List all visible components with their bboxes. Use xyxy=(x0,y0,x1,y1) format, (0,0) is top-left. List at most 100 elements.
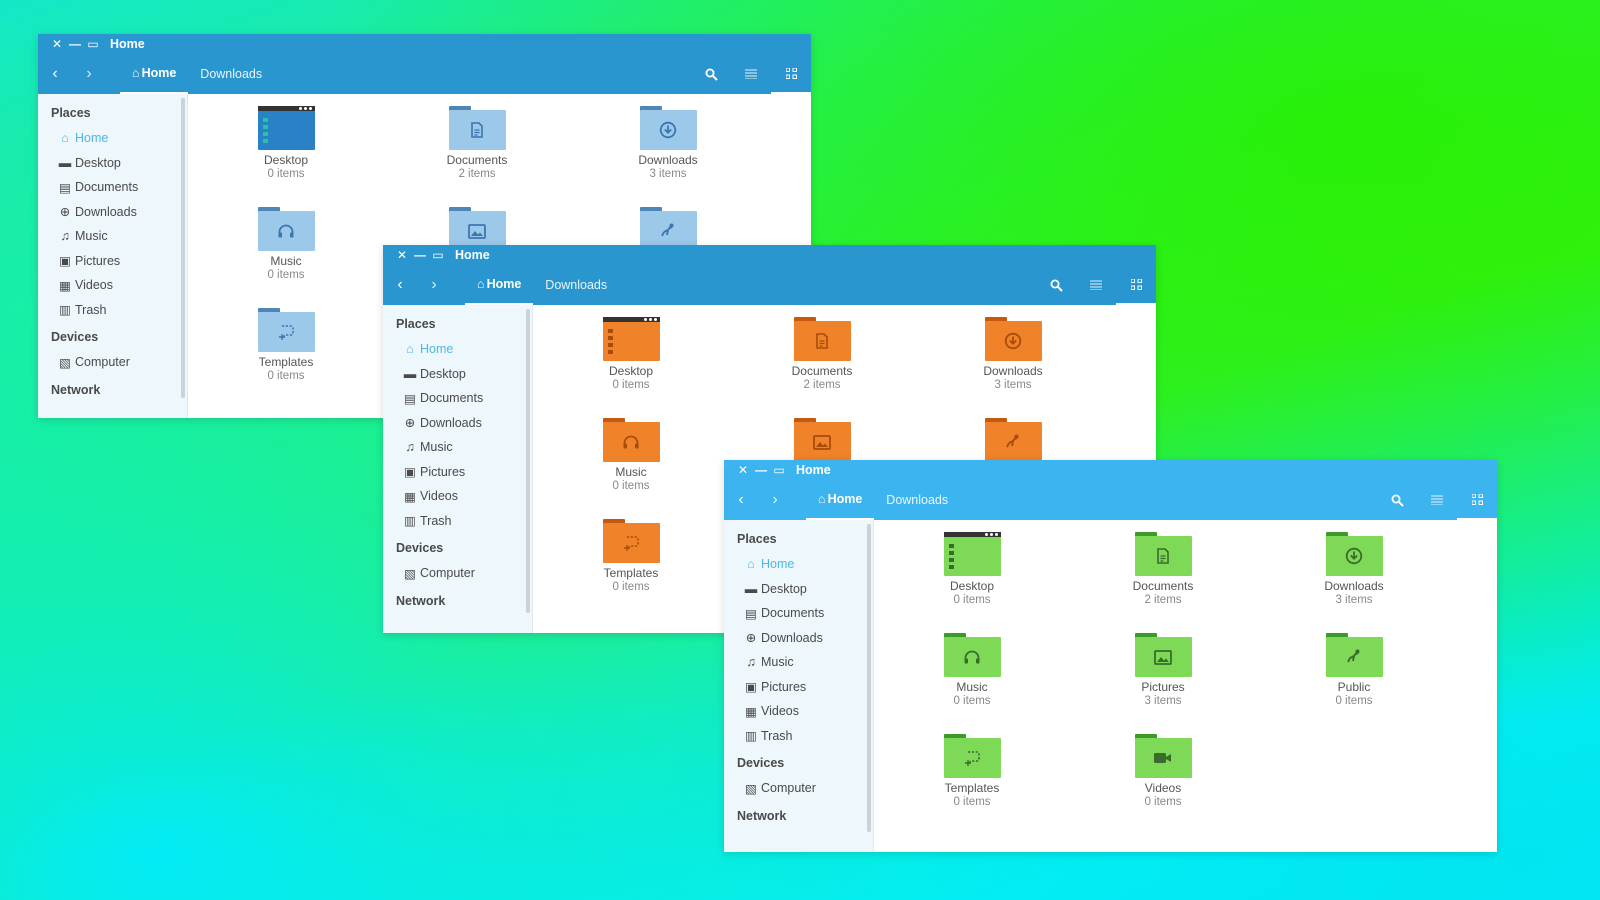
sidebar-item-downloads[interactable]: ⊕ Downloads xyxy=(383,411,532,436)
sidebar-item-home[interactable]: ⌂ Home xyxy=(383,337,532,362)
grid-view-icon[interactable] xyxy=(771,54,811,94)
sidebar-item-downloads[interactable]: ⊕ Downloads xyxy=(38,200,187,225)
file-item-desktop[interactable]: Desktop 0 items xyxy=(912,532,1032,606)
sidebar-item-pictures[interactable]: ▣ Pictures xyxy=(383,460,532,485)
breadcrumb: ⌂ Home Downloads xyxy=(465,265,619,305)
sidebar-item-trash[interactable]: ▥ Trash xyxy=(724,724,873,749)
content-area: Places ⌂ Home ▬ Desktop ▤ Documents ⊕ Downloads ♫… xyxy=(724,520,1497,852)
sidebar-item-documents[interactable]: ▤ Documents xyxy=(383,386,532,411)
sidebar-item-pictures[interactable]: ▣ Pictures xyxy=(38,249,187,274)
maximize-icon[interactable]: ▭ xyxy=(84,37,102,51)
close-icon[interactable]: ✕ xyxy=(393,248,411,262)
sidebar-item-music[interactable]: ♫ Music xyxy=(724,650,873,675)
file-name: Music xyxy=(270,254,302,268)
list-view-icon[interactable] xyxy=(1076,265,1116,305)
file-item-documents[interactable]: Documents 2 items xyxy=(1103,532,1223,606)
file-item-templates[interactable]: Templates 0 items xyxy=(912,734,1032,808)
sidebar-item-desktop[interactable]: ▬ Desktop xyxy=(383,362,532,387)
sidebar-scrollbar[interactable] xyxy=(181,98,185,398)
sidebar-item-desktop[interactable]: ▬ Desktop xyxy=(724,577,873,602)
minimize-icon[interactable]: — xyxy=(752,463,770,477)
close-icon[interactable]: ✕ xyxy=(48,37,66,51)
sidebar-item-music[interactable]: ♫ Music xyxy=(383,435,532,460)
document-icon: ▤ xyxy=(59,180,71,195)
sidebar-item-videos[interactable]: ▦ Videos xyxy=(38,273,187,298)
minimize-icon[interactable]: — xyxy=(66,37,84,51)
sidebar-item-label: Trash xyxy=(420,513,452,528)
file-item-downloads[interactable]: Downloads 3 items xyxy=(953,317,1073,391)
sidebar-item-documents[interactable]: ▤ Documents xyxy=(38,175,187,200)
sidebar-item-computer[interactable]: ▧ Computer xyxy=(724,776,873,801)
sidebar-item-videos[interactable]: ▦ Videos xyxy=(383,484,532,509)
sidebar-item-label: Downloads xyxy=(761,630,823,645)
sidebar-item-downloads[interactable]: ⊕ Downloads xyxy=(724,626,873,651)
breadcrumb-home[interactable]: ⌂ Home xyxy=(465,265,534,305)
breadcrumb-home[interactable]: ⌂ Home xyxy=(120,54,189,94)
file-name: Pictures xyxy=(1141,680,1185,694)
close-icon[interactable]: ✕ xyxy=(734,463,752,477)
file-item-documents[interactable]: Documents 2 items xyxy=(417,106,537,180)
sidebar-item-documents[interactable]: ▤ Documents xyxy=(724,601,873,626)
sidebar-scrollbar[interactable] xyxy=(867,524,871,832)
file-item-pictures[interactable]: Pictures 3 items xyxy=(1103,633,1223,707)
breadcrumb-downloads[interactable]: Downloads xyxy=(874,480,960,520)
file-item-public[interactable]: Public 0 items xyxy=(1294,633,1414,707)
search-icon[interactable] xyxy=(1036,265,1076,305)
file-item-music[interactable]: Music 0 items xyxy=(912,633,1032,707)
list-view-icon[interactable] xyxy=(1417,480,1457,520)
sidebar-item-home[interactable]: ⌂ Home xyxy=(724,552,873,577)
sidebar-item-trash[interactable]: ▥ Trash xyxy=(383,509,532,534)
file-item-desktop[interactable]: Desktop 0 items xyxy=(226,106,346,180)
grid-view-icon[interactable] xyxy=(1457,480,1497,520)
file-item-documents[interactable]: Documents 2 items xyxy=(762,317,882,391)
breadcrumb-downloads[interactable]: Downloads xyxy=(533,265,619,305)
sidebar-item-computer[interactable]: ▧ Computer xyxy=(383,561,532,586)
music-icon: ♫ xyxy=(405,440,415,455)
sidebar-item-trash[interactable]: ▥ Trash xyxy=(38,298,187,323)
back-chevron-icon[interactable]: ‹ xyxy=(724,491,758,509)
sidebar-item-label: Computer xyxy=(420,566,475,581)
trash-icon: ▥ xyxy=(745,729,757,744)
sidebar-item-pictures[interactable]: ▣ Pictures xyxy=(724,675,873,700)
list-view-icon[interactable] xyxy=(731,54,771,94)
sidebar-item-label: Downloads xyxy=(75,204,137,219)
trash-icon: ▥ xyxy=(59,303,71,318)
sidebar-item-label: Music xyxy=(75,229,108,244)
sidebar-item-home[interactable]: ⌂ Home xyxy=(38,126,187,151)
file-item-templates[interactable]: Templates 0 items xyxy=(571,519,691,593)
forward-chevron-icon[interactable]: › xyxy=(758,491,792,509)
download-icon: ⊕ xyxy=(745,631,757,646)
file-item-count: 0 items xyxy=(612,379,650,391)
sidebar-item-label: Desktop xyxy=(761,581,807,596)
desktop-icon: ▬ xyxy=(403,366,417,381)
sidebar-item-desktop[interactable]: ▬ Desktop xyxy=(38,151,187,176)
search-icon[interactable] xyxy=(1377,480,1417,520)
maximize-icon[interactable]: ▭ xyxy=(429,248,447,262)
file-name: Documents xyxy=(791,364,853,378)
sidebar-scrollbar[interactable] xyxy=(526,309,530,613)
file-item-downloads[interactable]: Downloads 3 items xyxy=(1294,532,1414,606)
breadcrumb-home[interactable]: ⌂ Home xyxy=(806,480,875,520)
maximize-icon[interactable]: ▭ xyxy=(770,463,788,477)
breadcrumb-downloads[interactable]: Downloads xyxy=(188,54,274,94)
file-item-desktop[interactable]: Desktop 0 items xyxy=(571,317,691,391)
sidebar-item-music[interactable]: ♫ Music xyxy=(38,224,187,249)
back-chevron-icon[interactable]: ‹ xyxy=(383,276,417,294)
forward-chevron-icon[interactable]: › xyxy=(72,65,106,83)
sidebar-item-videos[interactable]: ▦ Videos xyxy=(724,699,873,724)
grid-view-icon[interactable] xyxy=(1116,265,1156,305)
file-item-music[interactable]: Music 0 items xyxy=(226,207,346,281)
file-item-count: 0 items xyxy=(953,796,991,808)
document-icon: ▤ xyxy=(745,606,757,621)
file-item-videos[interactable]: Videos 0 items xyxy=(1103,734,1223,808)
file-item-templates[interactable]: Templates 0 items xyxy=(226,308,346,382)
search-icon[interactable] xyxy=(691,54,731,94)
minimize-icon[interactable]: — xyxy=(411,248,429,262)
music-folder-icon xyxy=(943,633,1001,677)
back-chevron-icon[interactable]: ‹ xyxy=(38,65,72,83)
file-item-music[interactable]: Music 0 items xyxy=(571,418,691,492)
sidebar-item-computer[interactable]: ▧ Computer xyxy=(38,350,187,375)
sidebar-item-label: Documents xyxy=(420,391,484,406)
file-item-downloads[interactable]: Downloads 3 items xyxy=(608,106,728,180)
forward-chevron-icon[interactable]: › xyxy=(417,276,451,294)
